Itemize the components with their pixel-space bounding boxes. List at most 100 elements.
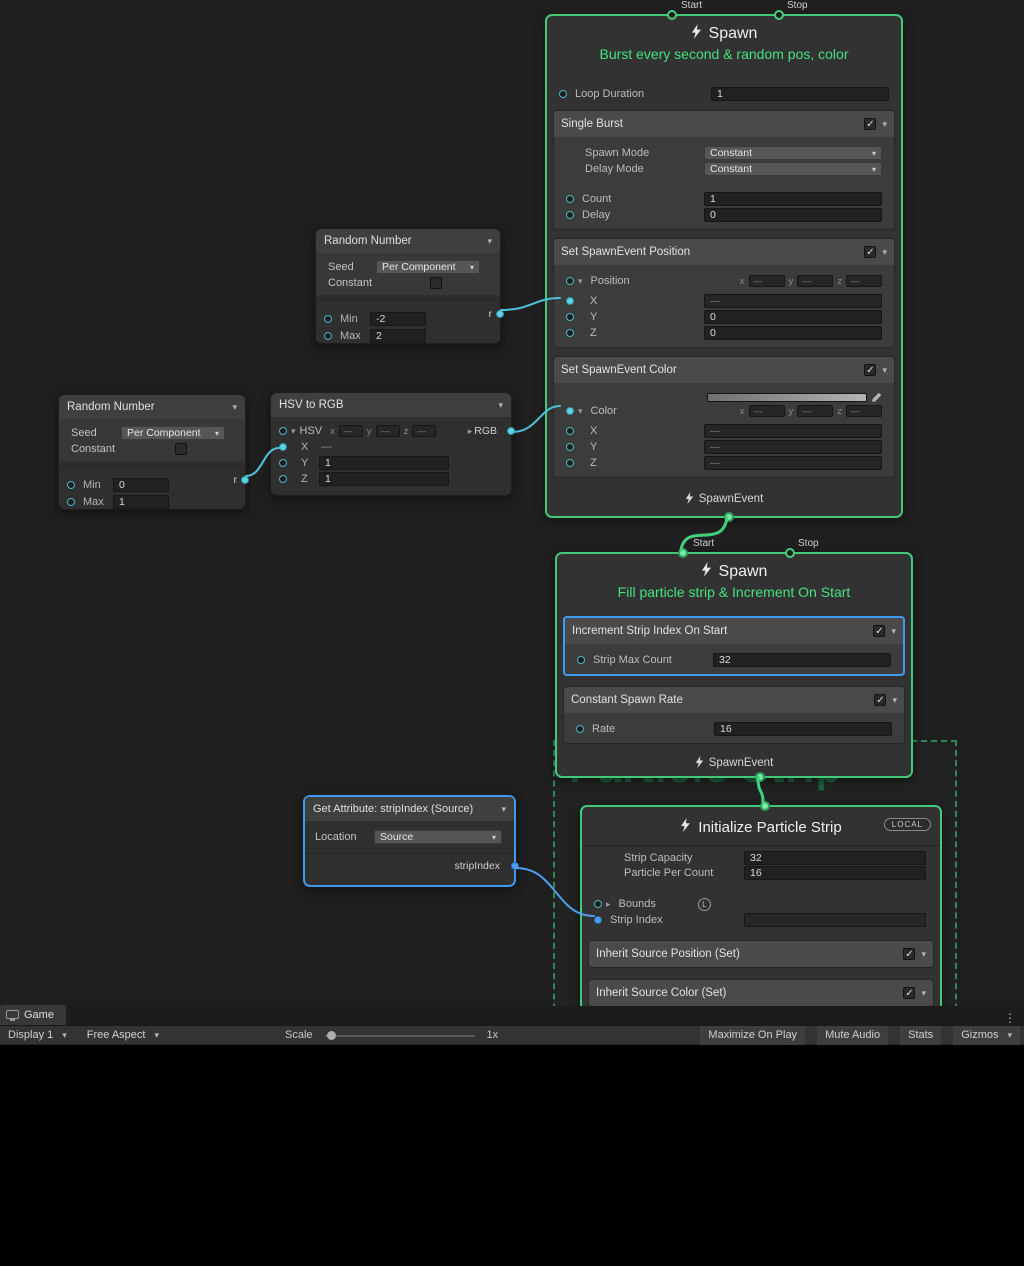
- min-field[interactable]: 0: [113, 478, 169, 492]
- stats-button[interactable]: Stats: [900, 1026, 941, 1045]
- flow-port-spawnevent-out[interactable]: [724, 512, 734, 522]
- min-port[interactable]: [67, 481, 75, 489]
- flow-port-start[interactable]: [667, 10, 677, 20]
- foldout-icon[interactable]: ▾: [578, 406, 583, 417]
- foldout-icon[interactable]: ▸: [606, 899, 611, 910]
- local-badge[interactable]: LOCAL: [884, 818, 931, 831]
- enabled-checkbox[interactable]: ✓: [903, 987, 915, 999]
- delay-port[interactable]: [566, 211, 574, 219]
- aspect-dropdown[interactable]: Free Aspect ▾: [83, 1026, 163, 1045]
- color-z-port[interactable]: [566, 459, 574, 467]
- block-inherit-color-header[interactable]: Inherit Source Color (Set) ✓ ▾: [589, 980, 933, 1006]
- eyedropper-icon[interactable]: [871, 392, 882, 403]
- position-x-port[interactable]: [566, 297, 574, 305]
- flow-port-stop[interactable]: [785, 548, 795, 558]
- strip-capacity-field[interactable]: 32: [744, 851, 926, 865]
- flow-port-in[interactable]: [760, 801, 770, 811]
- spawn-mode-dropdown[interactable]: Constant ▾: [704, 146, 882, 160]
- color-swatch[interactable]: [707, 393, 867, 402]
- chevron-down-icon[interactable]: ▾: [921, 988, 926, 999]
- axis-y-field[interactable]: —: [376, 425, 400, 437]
- chevron-down-icon[interactable]: ▾: [882, 365, 887, 376]
- max-port[interactable]: [67, 498, 75, 506]
- position-port[interactable]: [566, 277, 574, 285]
- seed-dropdown[interactable]: Per Component ▾: [121, 426, 225, 440]
- hsv-y-field[interactable]: 1: [319, 456, 449, 470]
- chevron-down-icon[interactable]: ▾: [498, 400, 503, 411]
- spawn-context-strip[interactable]: Start Stop Spawn Fill particle strip & I…: [555, 552, 913, 778]
- enabled-checkbox[interactable]: ✓: [864, 246, 876, 258]
- output-r-port[interactable]: [496, 310, 504, 318]
- position-z-port[interactable]: [566, 329, 574, 337]
- particle-per-count-field[interactable]: 16: [744, 866, 926, 880]
- delay-mode-dropdown[interactable]: Constant ▾: [704, 162, 882, 176]
- flow-port-spawnevent-out[interactable]: [755, 772, 765, 782]
- node-header[interactable]: Get Attribute: stripIndex (Source) ▾: [305, 797, 514, 821]
- bounds-port[interactable]: [594, 900, 602, 908]
- node-header[interactable]: Random Number ▾: [59, 395, 245, 419]
- chevron-down-icon[interactable]: ▾: [891, 626, 896, 637]
- more-options-icon[interactable]: ⋮: [996, 1011, 1024, 1025]
- rate-port[interactable]: [576, 725, 584, 733]
- get-attribute-node[interactable]: Get Attribute: stripIndex (Source) ▾ Loc…: [303, 795, 516, 887]
- chevron-down-icon[interactable]: ▾: [487, 236, 492, 247]
- color-x-port[interactable]: [566, 427, 574, 435]
- color-y-port[interactable]: [566, 443, 574, 451]
- enabled-checkbox[interactable]: ✓: [864, 118, 876, 130]
- scale-slider-knob[interactable]: [327, 1031, 336, 1040]
- block-set-position-header[interactable]: Set SpawnEvent Position ✓ ▾: [554, 239, 894, 265]
- position-x-field[interactable]: —: [704, 294, 882, 308]
- chevron-down-icon[interactable]: ▾: [232, 402, 237, 413]
- axis-y-field[interactable]: —: [797, 275, 833, 287]
- maximize-on-play-button[interactable]: Maximize On Play: [700, 1026, 805, 1045]
- foldout-icon[interactable]: ▾: [578, 276, 583, 287]
- mute-audio-button[interactable]: Mute Audio: [817, 1026, 888, 1045]
- spawn-context-burst[interactable]: Start Stop Spawn Burst every second & ra…: [545, 14, 903, 518]
- flow-port-start[interactable]: [678, 548, 688, 558]
- scale-slider[interactable]: [325, 1026, 475, 1045]
- min-port[interactable]: [324, 315, 332, 323]
- position-y-field[interactable]: 0: [704, 310, 882, 324]
- chevron-down-icon[interactable]: ▾: [882, 247, 887, 258]
- rate-field[interactable]: 16: [714, 722, 892, 736]
- axis-z-field[interactable]: —: [846, 405, 882, 417]
- hsv-y-port[interactable]: [279, 459, 287, 467]
- max-field[interactable]: 2: [370, 329, 426, 343]
- block-rate-header[interactable]: Constant Spawn Rate ✓ ▾: [564, 687, 904, 713]
- delay-field[interactable]: 0: [704, 208, 882, 222]
- initialize-particle-strip-context[interactable]: Initialize Particle Strip LOCAL Strip Ca…: [580, 805, 942, 1006]
- foldout-icon[interactable]: ▸: [468, 426, 473, 437]
- axis-x-field[interactable]: —: [749, 275, 785, 287]
- loop-duration-field[interactable]: 1: [711, 87, 889, 101]
- block-set-color-header[interactable]: Set SpawnEvent Color ✓ ▾: [554, 357, 894, 383]
- flow-port-stop[interactable]: [774, 10, 784, 20]
- block-inherit-position-header[interactable]: Inherit Source Position (Set) ✓ ▾: [589, 941, 933, 967]
- hsv-z-field[interactable]: 1: [319, 472, 449, 486]
- chevron-down-icon[interactable]: ▾: [882, 119, 887, 130]
- tab-game[interactable]: Game: [0, 1005, 66, 1025]
- gizmos-dropdown[interactable]: Gizmos ▾: [953, 1026, 1020, 1045]
- strip-max-count-port[interactable]: [577, 656, 585, 664]
- block-increment-header[interactable]: Increment Strip Index On Start ✓ ▾: [565, 618, 903, 644]
- enabled-checkbox[interactable]: ✓: [873, 625, 885, 637]
- strip-index-field[interactable]: [744, 913, 926, 927]
- max-field[interactable]: 1: [113, 495, 169, 509]
- chevron-down-icon[interactable]: ▾: [921, 949, 926, 960]
- hsv-to-rgb-node[interactable]: HSV to RGB ▾ ▾ HSV x— y— z— ▸ RGB X: [270, 392, 512, 496]
- strip-max-count-field[interactable]: 32: [713, 653, 891, 667]
- rgb-output-port[interactable]: [507, 427, 515, 435]
- enabled-checkbox[interactable]: ✓: [903, 948, 915, 960]
- enabled-checkbox[interactable]: ✓: [874, 694, 886, 706]
- hsv-z-port[interactable]: [279, 475, 287, 483]
- max-port[interactable]: [324, 332, 332, 340]
- bounds-local-icon[interactable]: L: [698, 898, 711, 911]
- strip-index-port[interactable]: [594, 916, 602, 924]
- foldout-icon[interactable]: ▾: [291, 426, 296, 437]
- axis-x-field[interactable]: —: [749, 405, 785, 417]
- random-number-node-1[interactable]: Random Number ▾ Seed Per Component ▾ Con…: [315, 228, 501, 344]
- hsv-x-port[interactable]: [279, 443, 287, 451]
- constant-checkbox[interactable]: [430, 277, 442, 289]
- axis-y-field[interactable]: —: [797, 405, 833, 417]
- position-z-field[interactable]: 0: [704, 326, 882, 340]
- output-r-port[interactable]: [241, 476, 249, 484]
